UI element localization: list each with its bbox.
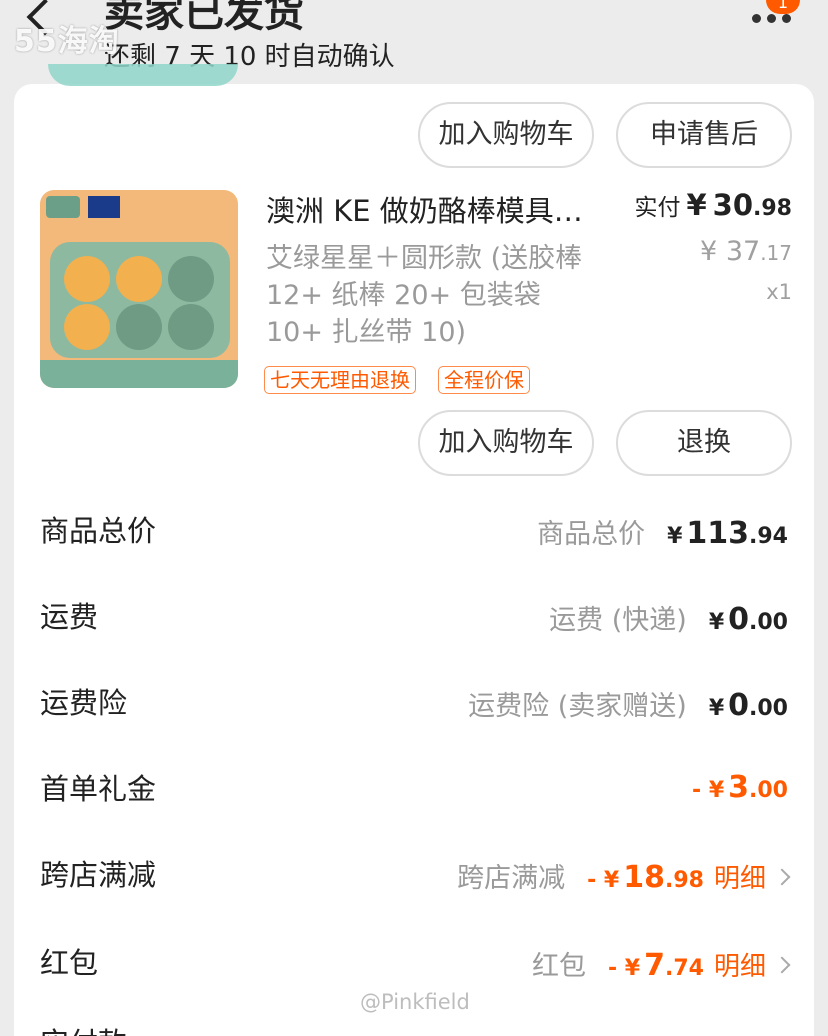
notification-badge: 1: [766, 0, 800, 14]
add-to-cart-button[interactable]: 加入购物车: [418, 102, 594, 168]
cross-store-discount-sub: 跨店满减: [457, 863, 566, 894]
shipping-amount: ¥0.00: [708, 602, 788, 637]
mold-tray: [50, 242, 230, 358]
red-packet-label: 红包: [40, 946, 99, 980]
paid-decimal: .98: [753, 196, 792, 221]
chevron-right-icon[interactable]: [773, 868, 791, 886]
seven-day-return-tag: 七天无理由退换: [264, 366, 416, 394]
cross-store-detail-link[interactable]: 明细: [714, 858, 766, 895]
product-image-banner: [40, 360, 238, 388]
order-status-title: 卖家已发货: [104, 0, 304, 36]
red-packet-row[interactable]: 红包 红包 - ¥7.74 明细: [14, 940, 814, 983]
actual-paid-row: 实付款: [14, 1020, 814, 1036]
first-order-gift-amount: - ¥3.00: [692, 770, 788, 805]
exchange-button[interactable]: 退换: [616, 410, 792, 476]
red-packet-amount: - ¥7.74: [608, 948, 704, 983]
cross-store-discount-amount: - ¥18.98: [587, 860, 704, 895]
paid-currency: ¥: [686, 188, 707, 222]
first-order-gift-row: 首单礼金 - ¥3.00: [14, 766, 814, 806]
apply-after-sale-button[interactable]: 申请售后: [616, 102, 792, 168]
shipping-label: 运费: [40, 600, 99, 634]
paid-label: 实付: [634, 195, 681, 221]
shipping-insurance-amount: ¥0.00: [708, 688, 788, 723]
shipping-sub: 运费 (快递): [549, 605, 687, 636]
australia-flag-icon: [88, 196, 120, 218]
original-decimal: .17: [760, 241, 792, 265]
paid-price: 实付 ¥30.98: [634, 188, 792, 222]
cross-store-discount-label: 跨店满减: [40, 858, 157, 892]
watermark-text: @Pinkfield: [360, 990, 470, 1014]
goods-total-label: 商品总价: [40, 514, 157, 548]
product-sku: 艾绿星星＋圆形款 (送胶棒 12+ 纸棒 20+ 包装袋 10+ 扎丝带 10): [266, 243, 583, 348]
shipping-insurance-label: 运费险: [40, 686, 128, 720]
shipping-insurance-row: 运费险 运费险 (卖家赠送) ¥0.00: [14, 680, 814, 723]
order-card: 加入购物车 申请售后 澳洲 KE 做奶酪棒模具… 艾绿星星＋圆形款 (送胶棒 1…: [14, 64, 814, 1036]
goods-total-amount: ¥113.94: [667, 516, 788, 551]
product-image[interactable]: [40, 190, 238, 388]
order-detail-page: 卖家已发货 还剩 7 天 10 时自动确认 55海淘 1 加入购物车 申请售后: [0, 0, 828, 1036]
cross-store-discount-row[interactable]: 跨店满减 跨店满减 - ¥18.98 明细: [14, 852, 814, 895]
first-order-gift-label: 首单礼金: [40, 772, 157, 806]
previous-product-image: [48, 64, 238, 86]
actual-paid-label: 实付款: [40, 1020, 127, 1036]
more-dots-icon[interactable]: [752, 14, 792, 26]
chevron-right-icon[interactable]: [773, 956, 791, 974]
quantity: x1: [766, 280, 792, 304]
red-packet-sub: 红包: [532, 951, 587, 982]
goods-total-sub: 商品总价: [537, 519, 646, 550]
original-integer: 37: [725, 236, 761, 267]
red-packet-detail-link[interactable]: 明细: [714, 946, 766, 983]
watermark-logo: 55海淘: [14, 24, 120, 59]
add-to-cart-button[interactable]: 加入购物车: [418, 410, 594, 476]
product-title[interactable]: 澳洲 KE 做奶酪棒模具…: [266, 188, 606, 230]
shipping-insurance-sub: 运费险 (卖家赠送): [468, 691, 687, 722]
brand-logo: [46, 196, 80, 218]
goods-total-row: 商品总价 商品总价 ¥113.94: [14, 508, 814, 551]
shipping-row: 运费 运费 (快递) ¥0.00: [14, 594, 814, 637]
price-protection-tag: 全程价保: [438, 366, 530, 394]
original-currency: ¥: [700, 236, 718, 267]
original-price: ¥ 37.17: [700, 236, 792, 267]
paid-integer: 30: [712, 188, 754, 222]
